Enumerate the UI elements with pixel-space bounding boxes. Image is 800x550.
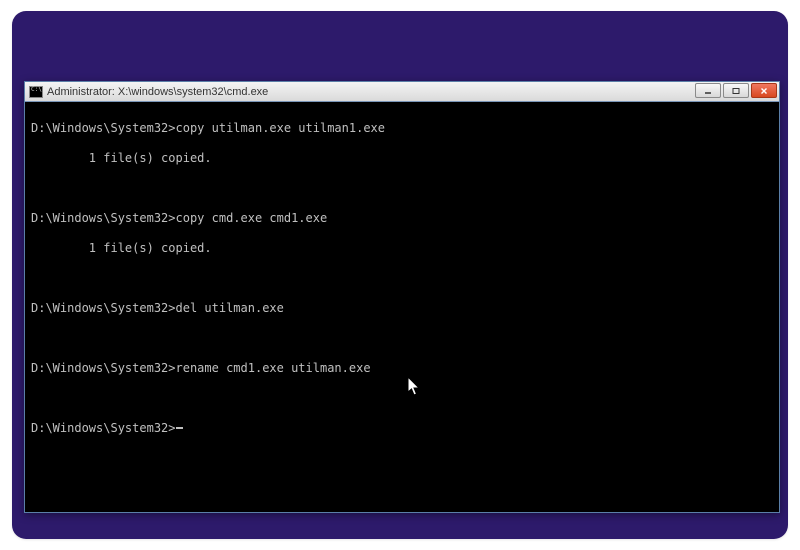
- terminal-line: D:\Windows\System32>rename cmd1.exe util…: [31, 361, 773, 376]
- terminal-line: [31, 391, 773, 406]
- terminal-line: [31, 331, 773, 346]
- maximize-button[interactable]: [723, 83, 749, 98]
- maximize-icon: [731, 87, 741, 95]
- window-title: Administrator: X:\windows\system32\cmd.e…: [47, 86, 268, 98]
- terminal-line: 1 file(s) copied.: [31, 151, 773, 166]
- desktop-background: Administrator: X:\windows\system32\cmd.e…: [12, 11, 788, 539]
- terminal-line: D:\Windows\System32>copy cmd.exe cmd1.ex…: [31, 211, 773, 226]
- terminal-line: [31, 271, 773, 286]
- terminal-line: D:\Windows\System32>copy utilman.exe uti…: [31, 121, 773, 136]
- minimize-button[interactable]: [695, 83, 721, 98]
- terminal-cursor: [176, 427, 183, 429]
- titlebar[interactable]: Administrator: X:\windows\system32\cmd.e…: [25, 82, 779, 102]
- window-controls: [695, 83, 777, 98]
- cmd-icon: [29, 86, 43, 98]
- terminal-line: D:\Windows\System32>del utilman.exe: [31, 301, 773, 316]
- terminal-prompt-row: D:\Windows\System32>: [31, 421, 773, 436]
- terminal-prompt: D:\Windows\System32>: [31, 421, 176, 436]
- close-button[interactable]: [751, 83, 777, 98]
- terminal-line: 1 file(s) copied.: [31, 241, 773, 256]
- terminal-line: [31, 181, 773, 196]
- terminal-body[interactable]: D:\Windows\System32>copy utilman.exe uti…: [25, 102, 779, 512]
- cmd-window: Administrator: X:\windows\system32\cmd.e…: [24, 81, 780, 513]
- close-icon: [759, 87, 769, 95]
- minimize-icon: [703, 87, 713, 95]
